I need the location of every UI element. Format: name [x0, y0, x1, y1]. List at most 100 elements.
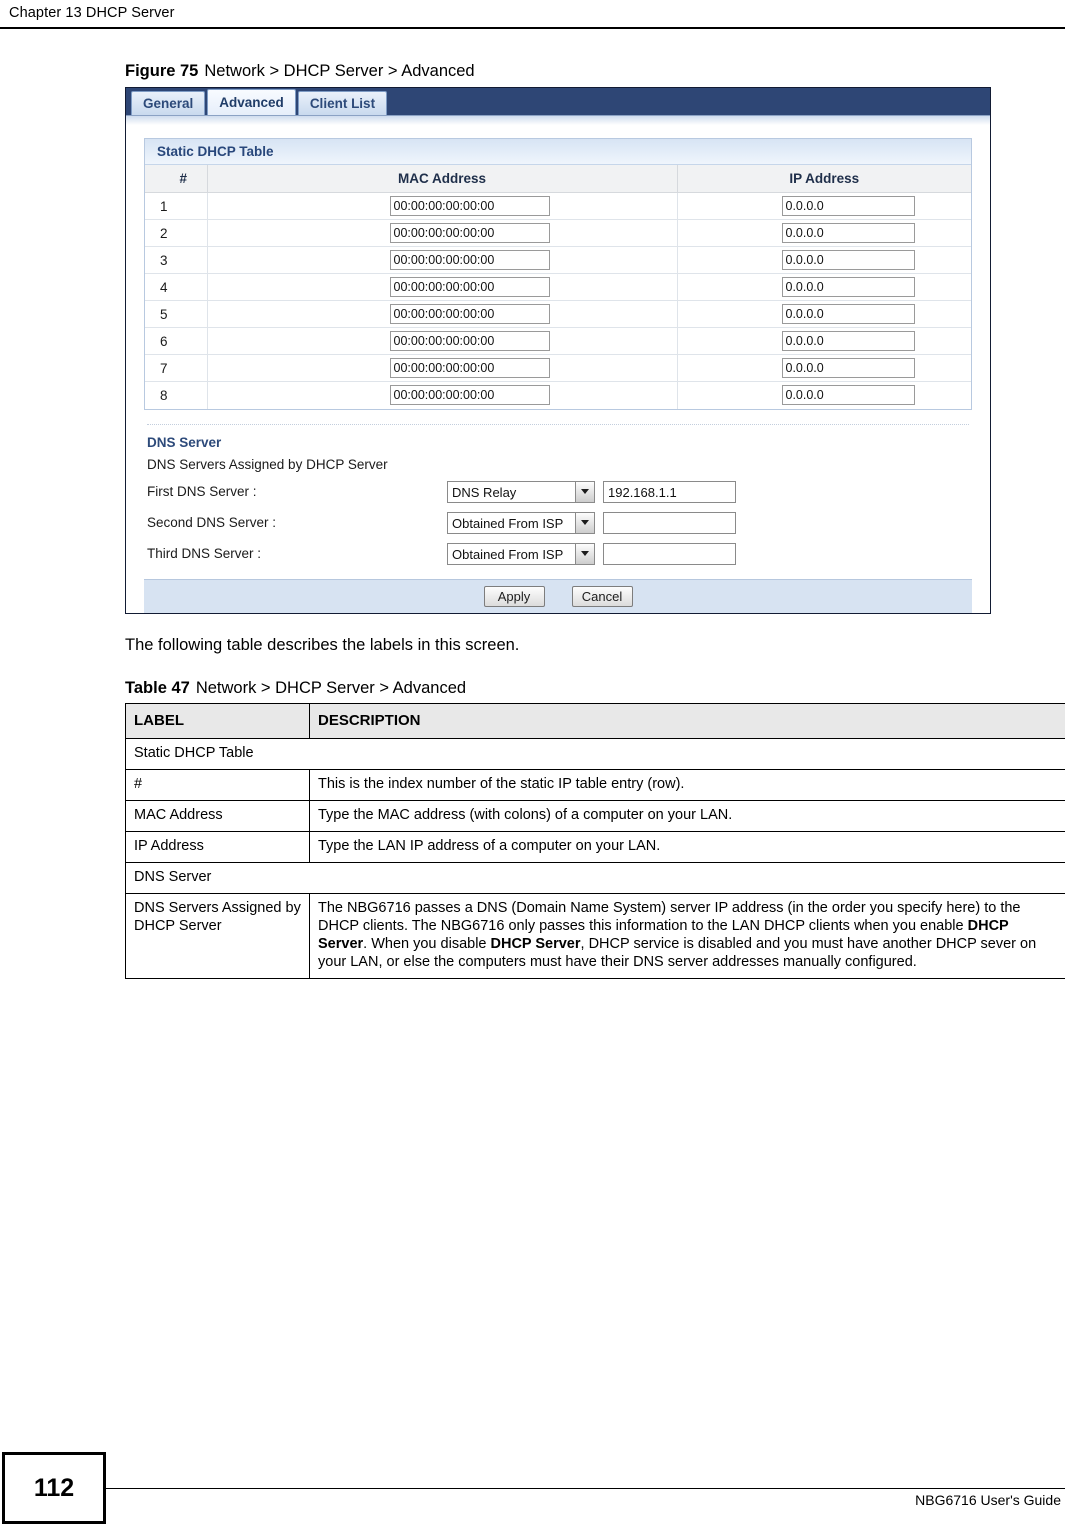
ref-row-description: Type the MAC address (with colons) of a …: [309, 800, 1065, 832]
tab-strip: General Advanced Client List: [126, 88, 990, 116]
row-index: 4: [145, 273, 208, 301]
dns-server-heading: DNS Server: [147, 434, 222, 450]
advanced-panel: Static DHCP Table # MAC Address IP Addre…: [126, 125, 990, 613]
ref-row-label: IP Address: [125, 831, 310, 863]
mac-address-input[interactable]: 00:00:00:00:00:00: [389, 223, 550, 243]
ip-address-input[interactable]: 0.0.0.0: [781, 304, 915, 324]
tab-general[interactable]: General: [131, 91, 206, 115]
apply-button[interactable]: Apply: [483, 585, 545, 607]
ip-address-input[interactable]: 0.0.0.0: [781, 250, 915, 270]
figure-caption-text: Network > DHCP Server > Advanced: [204, 62, 475, 80]
figure-caption: Figure 75 Network > DHCP Server > Advance…: [125, 62, 1065, 81]
router-web-ui-screenshot: General Advanced Client List Static DHCP…: [125, 87, 991, 614]
mac-address-input[interactable]: 00:00:00:00:00:00: [389, 331, 550, 351]
static-dhcp-table: # MAC Address IP Address 1 00:00:00:00:0…: [145, 165, 971, 409]
second-dns-server-row: Second DNS Server : Obtained From ISP: [147, 511, 972, 534]
table-caption: Table 47 Network > DHCP Server > Advanced: [125, 679, 1065, 698]
table-row: 3 00:00:00:00:00:00 0.0.0.0: [145, 246, 971, 274]
ref-row-description: This is the index number of the static I…: [309, 769, 1065, 802]
page-footer: 112 NBG6716 User's Guide: [0, 1452, 1065, 1524]
table-row: Static DHCP Table: [125, 738, 1065, 771]
tab-panel-edge: [126, 116, 990, 125]
mac-address-input[interactable]: 00:00:00:00:00:00: [389, 358, 550, 378]
third-dns-server-select[interactable]: Obtained From ISP: [447, 542, 595, 565]
col-header-ip: IP Address: [677, 165, 971, 193]
footer-guide-title: NBG6716 User's Guide: [915, 1492, 1061, 1508]
action-button-bar: Apply Cancel: [144, 578, 972, 613]
dns-server-section: DNS Server DNS Servers Assigned by DHCP …: [144, 425, 972, 565]
header-divider: [0, 27, 1065, 29]
table-row: 8 00:00:00:00:00:00 0.0.0.0: [145, 381, 971, 409]
second-dns-server-select-value: Obtained From ISP: [452, 515, 564, 531]
ip-address-input[interactable]: 0.0.0.0: [781, 358, 915, 378]
page-number: 112: [2, 1452, 106, 1524]
second-dns-server-input[interactable]: [603, 511, 736, 534]
row-index: 6: [145, 327, 208, 355]
dns-assigned-subheading: DNS Servers Assigned by DHCP Server: [147, 456, 388, 472]
cancel-button[interactable]: Cancel: [571, 585, 633, 607]
third-dns-server-input[interactable]: [603, 542, 736, 565]
mac-address-input[interactable]: 00:00:00:00:00:00: [389, 304, 550, 324]
table-row: 7 00:00:00:00:00:00 0.0.0.0: [145, 354, 971, 382]
content-column: Figure 75 Network > DHCP Server > Advance…: [125, 62, 1065, 979]
intro-paragraph: The following table describes the labels…: [125, 635, 520, 654]
table-row: IP Address Type the LAN IP address of a …: [125, 831, 1065, 863]
ref-row-description-rich: The NBG6716 passes a DNS (Domain Name Sy…: [309, 892, 1065, 979]
col-header-mac: MAC Address: [207, 165, 678, 193]
table-caption-lead: Table 47: [125, 678, 190, 697]
second-dns-server-select[interactable]: Obtained From ISP: [447, 511, 595, 534]
ip-address-input[interactable]: 0.0.0.0: [781, 277, 915, 297]
ip-address-input[interactable]: 0.0.0.0: [781, 223, 915, 243]
chevron-down-icon[interactable]: [575, 481, 594, 502]
first-dns-server-input[interactable]: 192.168.1.1: [603, 480, 736, 503]
row-index: 2: [145, 219, 208, 247]
ip-address-input[interactable]: 0.0.0.0: [781, 331, 915, 351]
table-row: 6 00:00:00:00:00:00 0.0.0.0: [145, 327, 971, 355]
static-dhcp-header-row: # MAC Address IP Address: [145, 165, 971, 193]
ref-header-row: LABEL DESCRIPTION: [125, 702, 1065, 740]
figure-caption-lead: Figure 75: [125, 62, 199, 80]
first-dns-server-label: First DNS Server :: [147, 484, 257, 499]
mac-address-input[interactable]: 00:00:00:00:00:00: [389, 196, 550, 216]
chapter-title: Chapter 13 DHCP Server: [9, 5, 175, 21]
table-row: DNS Server: [125, 861, 1065, 894]
ref-row-label: #: [125, 769, 310, 802]
tab-advanced[interactable]: Advanced: [207, 89, 296, 115]
table-row: DNS Servers Assigned by DHCP Server The …: [125, 892, 1065, 979]
tab-client-list[interactable]: Client List: [297, 91, 388, 115]
table-row: MAC Address Type the MAC address (with c…: [125, 800, 1065, 832]
third-dns-server-label: Third DNS Server :: [147, 546, 262, 561]
row-index: 3: [145, 246, 208, 274]
table-caption-text: Network > DHCP Server > Advanced: [195, 678, 467, 697]
mac-address-input[interactable]: 00:00:00:00:00:00: [389, 277, 550, 297]
first-dns-server-select-value: DNS Relay: [452, 484, 517, 500]
first-dns-server-select[interactable]: DNS Relay: [447, 480, 595, 503]
ip-address-input[interactable]: 0.0.0.0: [781, 196, 915, 216]
ref-section-label: Static DHCP Table: [125, 738, 1065, 771]
row-index: 1: [145, 192, 208, 220]
table-row: 5 00:00:00:00:00:00 0.0.0.0: [145, 300, 971, 328]
label-description-table: LABEL DESCRIPTION Static DHCP Table # Th…: [125, 702, 1065, 979]
mac-address-input[interactable]: 00:00:00:00:00:00: [389, 250, 550, 270]
row-index: 5: [145, 300, 208, 328]
table-row: 2 00:00:00:00:00:00 0.0.0.0: [145, 219, 971, 247]
table-row: 1 00:00:00:00:00:00 0.0.0.0: [145, 192, 971, 220]
ref-section-label: DNS Server: [125, 861, 1065, 894]
static-dhcp-section: Static DHCP Table # MAC Address IP Addre…: [144, 138, 972, 410]
mac-address-input[interactable]: 00:00:00:00:00:00: [389, 385, 550, 406]
row-index: 8: [145, 381, 208, 409]
footer-divider: [106, 1488, 1065, 1489]
ref-row-label: DNS Servers Assigned by DHCP Server: [125, 892, 310, 979]
chevron-down-icon[interactable]: [575, 543, 594, 564]
second-dns-server-label: Second DNS Server :: [147, 515, 277, 530]
ref-header-description: DESCRIPTION: [309, 702, 1065, 740]
first-dns-server-row: First DNS Server : DNS Relay 192.168.1.1: [147, 480, 972, 503]
chevron-down-icon[interactable]: [575, 512, 594, 533]
ref-row-description: Type the LAN IP address of a computer on…: [309, 831, 1065, 863]
table-row: 4 00:00:00:00:00:00 0.0.0.0: [145, 273, 971, 301]
ref-header-label: LABEL: [125, 702, 310, 740]
ip-address-input[interactable]: 0.0.0.0: [781, 385, 915, 406]
third-dns-server-select-value: Obtained From ISP: [452, 546, 564, 562]
third-dns-server-row: Third DNS Server : Obtained From ISP: [147, 542, 972, 565]
row-index: 7: [145, 354, 208, 382]
